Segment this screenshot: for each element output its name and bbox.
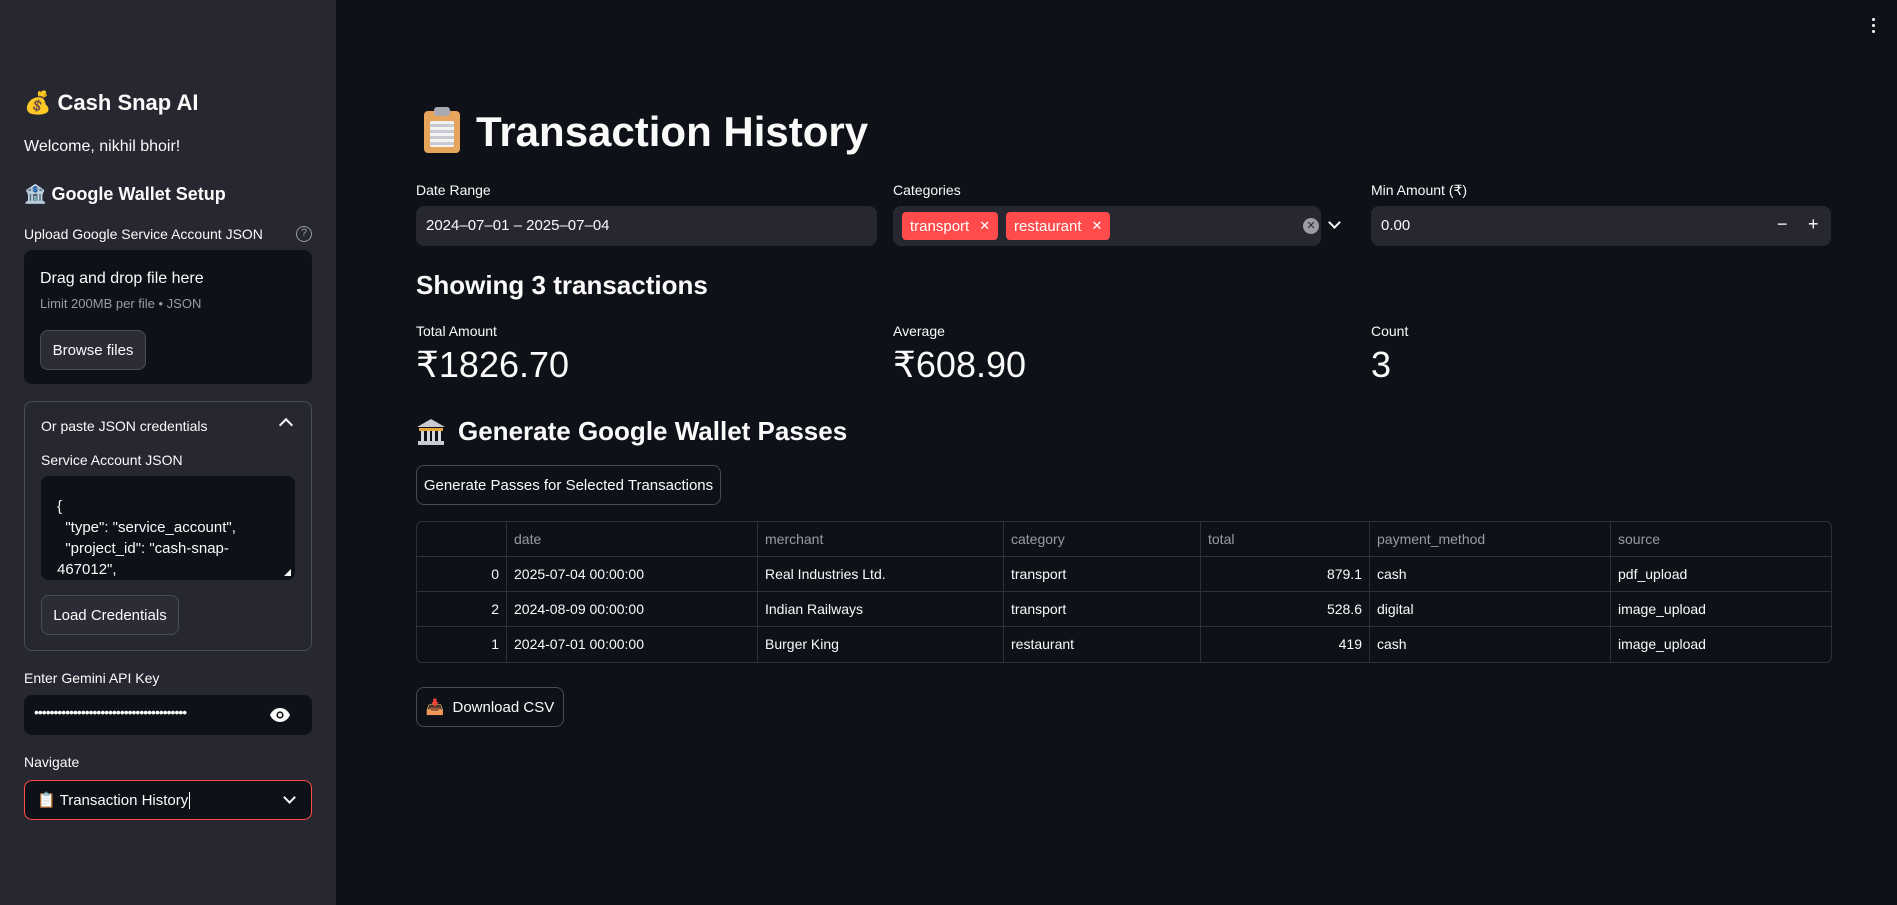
column-header-category[interactable]: category [1004, 522, 1201, 557]
navigate-label: Navigate [24, 754, 80, 770]
cell-source: pdf_upload [1618, 566, 1688, 582]
column-header-source[interactable]: source [1611, 522, 1831, 557]
transactions-table[interactable]: date merchant category total payment_met… [416, 521, 1832, 663]
file-dropzone[interactable]: Drag and drop file here Limit 200MB per … [24, 250, 312, 384]
categories-label: Categories [893, 182, 961, 198]
cell-index: 2 [417, 592, 507, 627]
browse-files-button[interactable]: Browse files [40, 330, 146, 370]
chevron-down-icon[interactable] [1328, 216, 1341, 229]
category-tag-transport[interactable]: transport ✕ [902, 212, 999, 240]
metric-label-count: Count [1371, 323, 1409, 339]
cell-merchant: Burger King [758, 627, 1004, 662]
main-menu-icon[interactable] [1872, 18, 1876, 34]
metric-value-count: 3 [1371, 344, 1392, 385]
load-credentials-button[interactable]: Load Credentials [41, 595, 179, 635]
cell-payment-method: cash [1370, 557, 1611, 592]
cell-index: 0 [417, 557, 507, 592]
service-account-textarea[interactable]: { "type": "service_account", "project_id… [41, 476, 295, 580]
download-csv-button[interactable]: 📥 Download CSV [416, 687, 564, 727]
column-header-merchant[interactable]: merchant [758, 522, 1004, 557]
clear-all-icon[interactable]: ✕ [1303, 218, 1319, 234]
cell-index: 1 [417, 627, 507, 662]
clipboard-icon: 📋 [37, 792, 56, 809]
cell-payment-method: cash [1370, 627, 1611, 662]
table-header-row: date merchant category total payment_met… [417, 522, 1831, 557]
cell-source: image_upload [1618, 601, 1706, 617]
table-row[interactable]: 0 2025-07-04 00:00:00 Real Industries Lt… [417, 557, 1831, 592]
column-header-index[interactable] [417, 522, 507, 557]
date-range-label: Date Range [416, 182, 491, 198]
metric-value-total: ₹1826.70 [416, 344, 570, 385]
upload-label: Upload Google Service Account JSON [24, 226, 263, 242]
table-row[interactable]: 2 2024-08-09 00:00:00 Indian Railways tr… [417, 592, 1831, 627]
service-account-label: Service Account JSON [41, 452, 183, 468]
navigate-select[interactable]: 📋 Transaction History [24, 780, 312, 820]
expander-title[interactable]: Or paste JSON credentials [41, 418, 208, 434]
clipboard-icon [424, 107, 460, 153]
dropzone-title: Drag and drop file here [40, 270, 204, 287]
wallet-setup-heading: 🏦 Google Wallet Setup [24, 184, 226, 204]
cell-total: 879.1 [1201, 557, 1370, 592]
bank-icon: 🏦 [24, 184, 47, 204]
min-amount-label: Min Amount (₹) [1371, 182, 1468, 198]
welcome-text: Welcome, nikhil bhoir! [24, 138, 181, 155]
showing-count-heading: Showing 3 transactions [416, 270, 708, 300]
min-amount-input[interactable]: 0.00 − + [1371, 206, 1831, 246]
cell-source: image_upload [1618, 636, 1706, 652]
column-header-date[interactable]: date [507, 522, 758, 557]
categories-multiselect[interactable]: transport ✕ restaurant ✕ ✕ [893, 206, 1341, 246]
dropzone-limit: Limit 200MB per file • JSON [40, 296, 202, 311]
cell-total: 528.6 [1201, 592, 1370, 627]
increment-button[interactable]: + [1808, 214, 1819, 235]
cell-category: transport [1004, 557, 1201, 592]
category-tag-restaurant[interactable]: restaurant ✕ [1006, 212, 1111, 240]
eye-icon[interactable] [270, 708, 290, 722]
cell-date: 2025-07-04 00:00:00 [507, 557, 758, 592]
chevron-up-icon[interactable] [278, 417, 294, 433]
cell-category: transport [1004, 592, 1201, 627]
chevron-down-icon[interactable] [283, 791, 296, 804]
inbox-tray-icon: 📥 [425, 699, 445, 716]
remove-tag-icon[interactable]: ✕ [1092, 218, 1103, 234]
sidebar: 💰 Cash Snap AI Welcome, nikhil bhoir! 🏦 … [0, 0, 336, 905]
column-header-payment-method[interactable]: payment_method [1370, 522, 1611, 557]
cell-payment-method: digital [1370, 592, 1611, 627]
gemini-api-key-input[interactable]: ••••••••••••••••••••••••••••••••••••••• [24, 695, 312, 735]
bank-icon [417, 418, 445, 445]
money-bag-icon: 💰 [24, 90, 52, 115]
metric-label-average: Average [893, 323, 945, 339]
cell-date: 2024-08-09 00:00:00 [507, 592, 758, 627]
resize-handle-icon[interactable] [284, 569, 291, 576]
cell-category: restaurant [1004, 627, 1201, 662]
table-row[interactable]: 1 2024-07-01 00:00:00 Burger King restau… [417, 627, 1831, 662]
generate-passes-button[interactable]: Generate Passes for Selected Transaction… [416, 465, 721, 505]
help-icon[interactable]: ? [296, 226, 312, 242]
json-credentials-expander: Or paste JSON credentials Service Accoun… [24, 401, 312, 651]
page-title: Transaction History [424, 107, 868, 156]
column-header-total[interactable]: total [1201, 522, 1370, 557]
gemini-label: Enter Gemini API Key [24, 670, 160, 686]
date-range-input[interactable]: 2024–07–01 – 2025–07–04 [416, 206, 877, 246]
metric-label-total: Total Amount [416, 323, 497, 339]
cell-total: 419 [1201, 627, 1370, 662]
cell-merchant: Real Industries Ltd. [758, 557, 1004, 592]
decrement-button[interactable]: − [1777, 214, 1788, 235]
remove-tag-icon[interactable]: ✕ [979, 218, 990, 234]
metric-value-average: ₹608.90 [893, 344, 1027, 385]
app-title: 💰 Cash Snap AI [24, 90, 199, 115]
cell-date: 2024-07-01 00:00:00 [507, 627, 758, 662]
cell-merchant: Indian Railways [758, 592, 1004, 627]
wallet-passes-heading: Generate Google Wallet Passes [416, 416, 847, 447]
